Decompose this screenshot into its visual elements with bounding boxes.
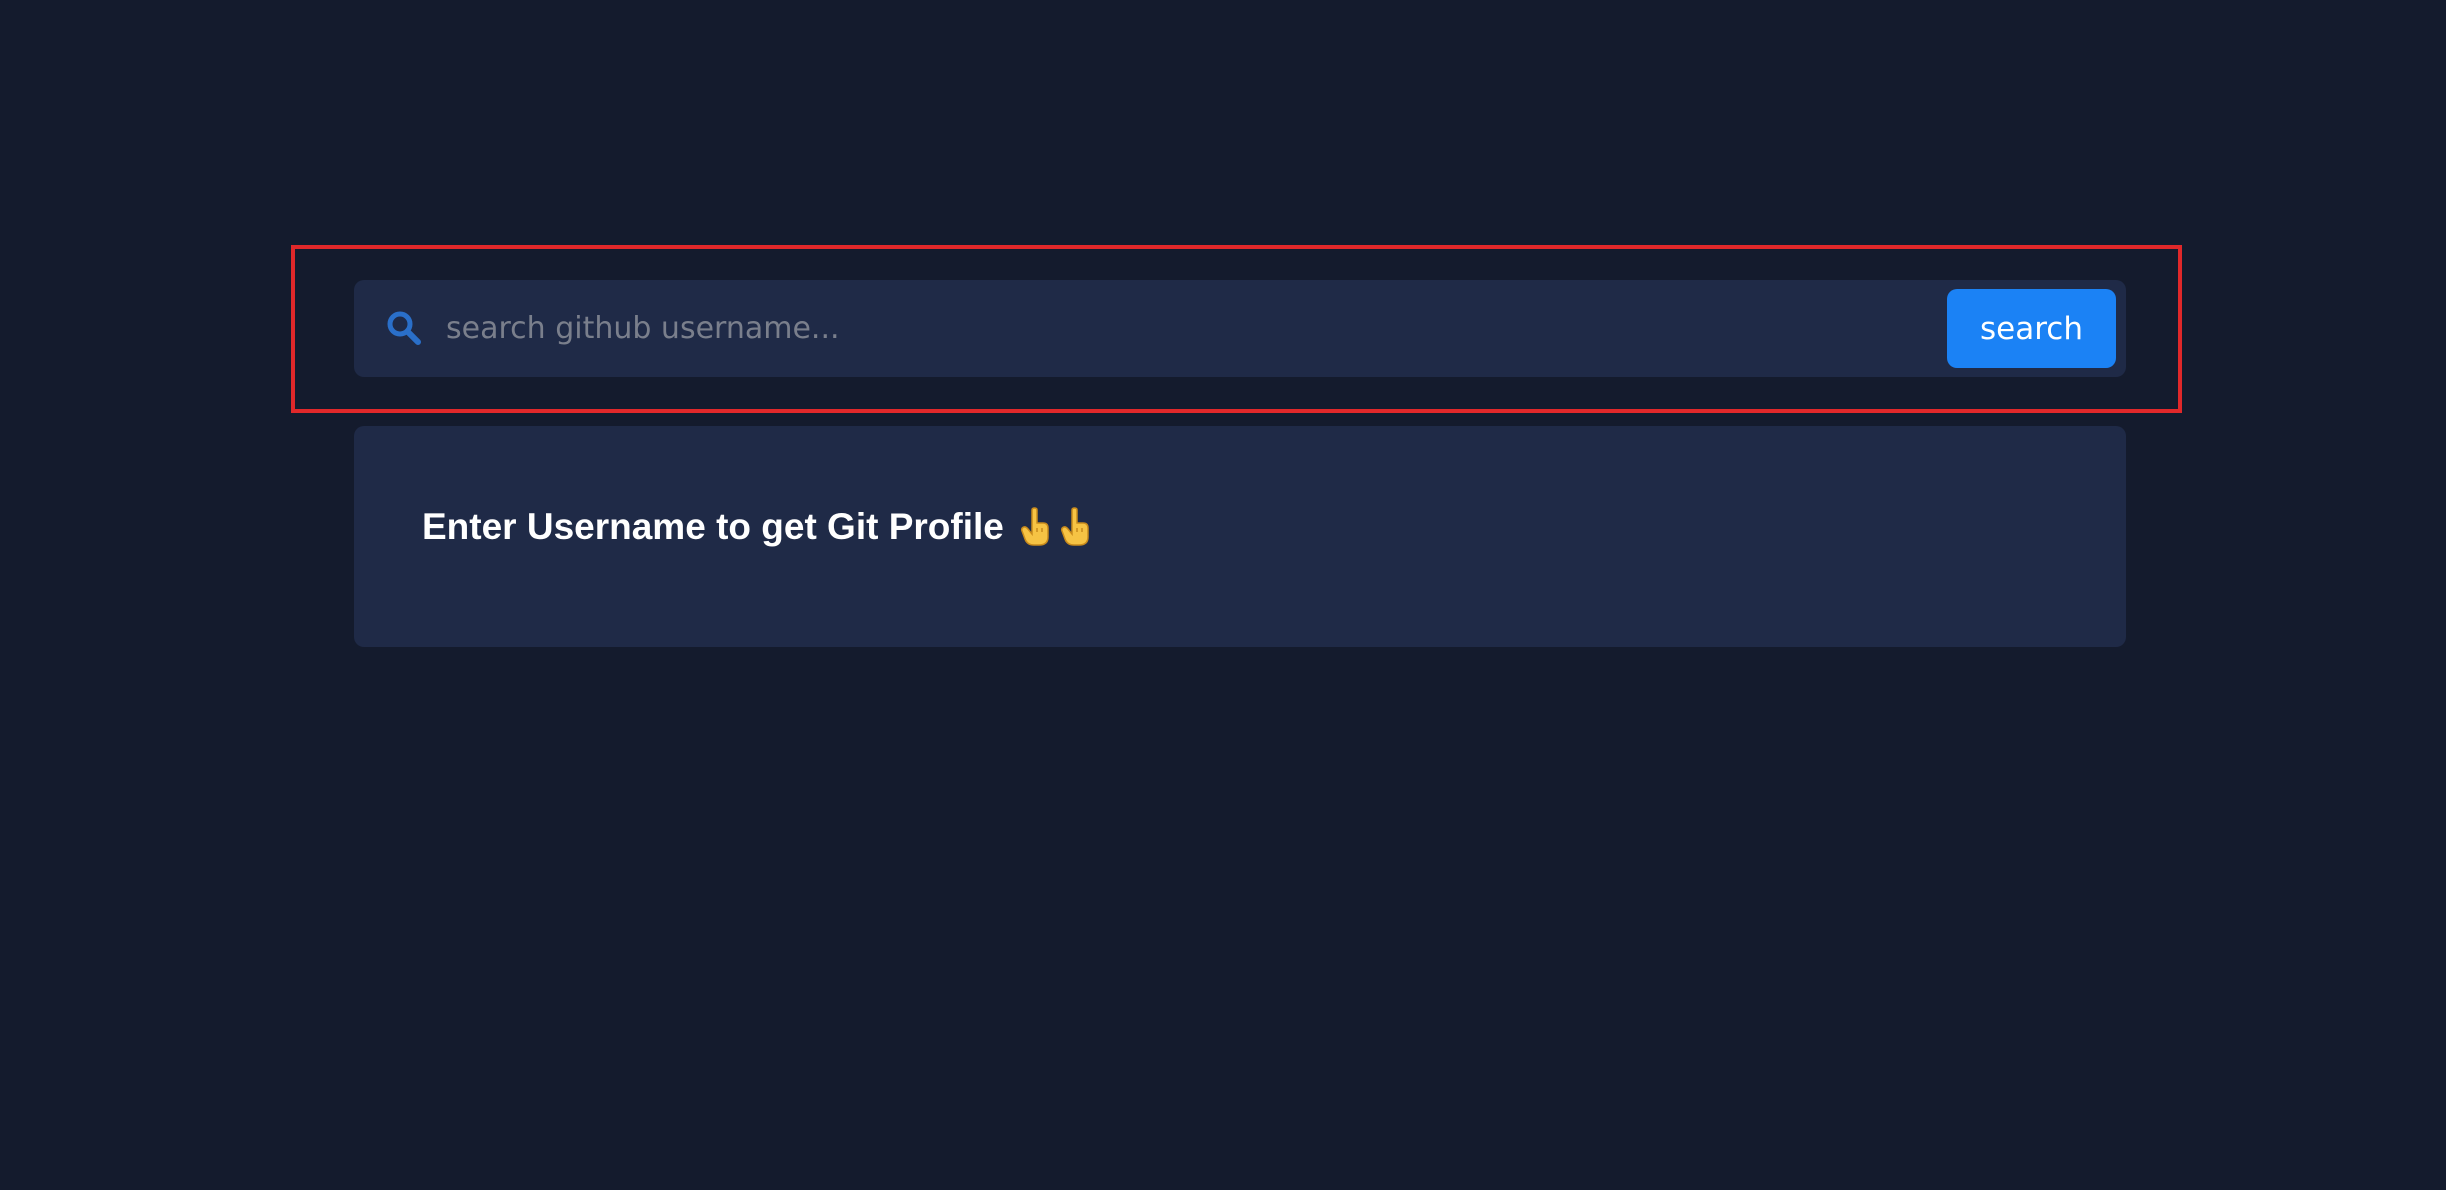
page: search Enter Username to get Git Profile xyxy=(0,0,2446,1190)
emoji-group xyxy=(1018,507,1094,547)
result-card: Enter Username to get Git Profile xyxy=(354,426,2126,647)
result-message: Enter Username to get Git Profile xyxy=(422,506,1004,547)
search-icon xyxy=(384,308,424,348)
result-message-row: Enter Username to get Git Profile xyxy=(422,506,1094,548)
search-bar: search xyxy=(354,280,2126,377)
search-button[interactable]: search xyxy=(1947,289,2116,368)
search-input[interactable] xyxy=(446,294,1446,362)
pointing-up-icon xyxy=(1058,507,1094,547)
pointing-up-icon xyxy=(1018,507,1054,547)
